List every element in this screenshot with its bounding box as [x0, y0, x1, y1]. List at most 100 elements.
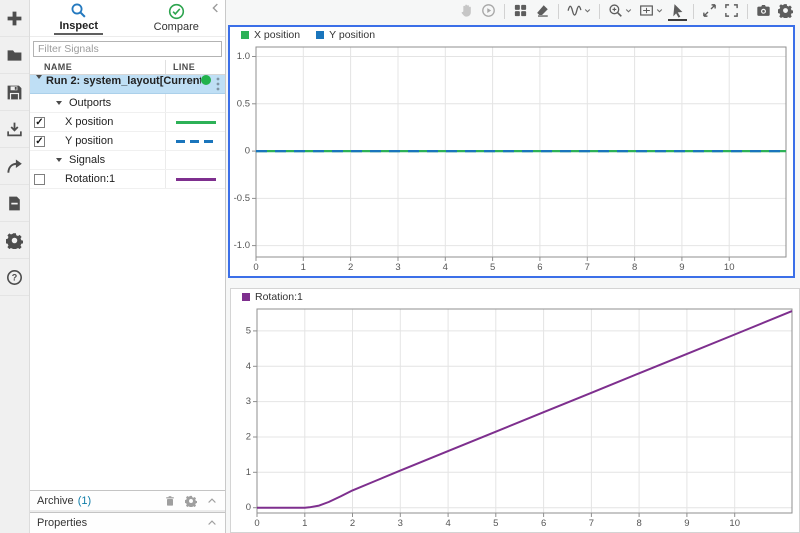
subplot-1-legend: X position Y position	[230, 27, 793, 43]
run-status-dot	[201, 75, 211, 85]
settings-icon	[6, 232, 23, 249]
svg-text:4: 4	[246, 361, 251, 372]
svg-text:3: 3	[398, 518, 403, 529]
help-button[interactable]: ?	[0, 259, 29, 296]
simulation-data-inspector-window: ? Inspect Compare NAME LINE Run 2: syste…	[0, 0, 800, 533]
legend-swatch	[316, 31, 324, 39]
legend-label: X position	[254, 29, 300, 41]
svg-text:10: 10	[724, 262, 735, 273]
filter-signals-input[interactable]	[33, 41, 222, 57]
properties-bar[interactable]: Properties	[30, 512, 225, 533]
snapshot-icon	[756, 3, 771, 18]
eraser-icon	[535, 3, 550, 18]
open-button[interactable]	[0, 37, 29, 74]
fullscreen-button[interactable]	[722, 1, 741, 21]
signal-row-y-position[interactable]: ✓Y position	[30, 132, 225, 151]
subplot-2-legend: Rotation:1	[231, 289, 799, 305]
svg-text:6: 6	[541, 518, 546, 529]
svg-text:4: 4	[445, 518, 450, 529]
line-style-swatch[interactable]	[176, 178, 216, 181]
subplot-1[interactable]: X position Y position 0123456789101.00.5…	[228, 25, 795, 278]
export-button[interactable]	[0, 148, 29, 185]
properties-label: Properties	[37, 517, 87, 529]
archive-count: (1)	[78, 495, 91, 507]
tab-inspect-label: Inspect	[54, 20, 103, 35]
legend-item-y-position[interactable]: Y position	[316, 29, 375, 41]
subplot-2-canvas[interactable]: 012345678910012345	[231, 305, 799, 533]
eraser-button[interactable]	[533, 1, 552, 21]
fit-view-button[interactable]	[637, 1, 665, 21]
cursor-button[interactable]	[668, 1, 687, 21]
collapse-archive-chevron-icon[interactable]	[206, 495, 218, 507]
settings-icon	[778, 3, 793, 18]
svg-text:8: 8	[636, 518, 641, 529]
trash-icon[interactable]	[164, 495, 176, 507]
svg-text:5: 5	[490, 262, 495, 273]
toolbar-separator	[693, 4, 694, 19]
group-row-outports[interactable]: Outports	[30, 94, 225, 113]
svg-text:0.5: 0.5	[237, 98, 250, 109]
report-icon	[6, 195, 23, 212]
sidebar: Inspect Compare NAME LINE Run 2: system_…	[30, 0, 226, 533]
subplot-2[interactable]: Rotation:1 012345678910012345	[230, 288, 800, 533]
layout-button[interactable]	[511, 1, 530, 21]
pan-icon	[459, 3, 474, 18]
line-style-swatch[interactable]	[176, 140, 216, 143]
dropdown-caret-icon[interactable]	[625, 7, 632, 14]
import-button[interactable]	[0, 111, 29, 148]
collapse-triangle-icon[interactable]	[56, 101, 62, 105]
line-style-swatch[interactable]	[176, 121, 216, 124]
group-row-signals[interactable]: Signals	[30, 151, 225, 170]
svg-text:1.0: 1.0	[237, 51, 250, 62]
add-button[interactable]	[0, 0, 29, 37]
svg-text:10: 10	[729, 518, 740, 529]
zoom-in-button[interactable]	[606, 1, 634, 21]
svg-text:3: 3	[246, 396, 251, 407]
signal-row-rotation[interactable]: Rotation:1	[30, 170, 225, 189]
snapshot-button[interactable]	[754, 1, 773, 21]
replay-button[interactable]	[479, 1, 498, 21]
archive-settings-gear-icon[interactable]	[185, 495, 197, 507]
archive-label: Archive	[37, 495, 74, 507]
settings-button[interactable]	[776, 1, 795, 21]
svg-text:5: 5	[493, 518, 498, 529]
subplot-1-canvas[interactable]: 0123456789101.00.50-0.5-1.0	[230, 43, 793, 281]
archive-bar[interactable]: Archive (1)	[30, 490, 225, 510]
svg-text:9: 9	[684, 518, 689, 529]
plot-area: X position Y position 0123456789101.00.5…	[226, 0, 800, 533]
report-button[interactable]	[0, 185, 29, 222]
legend-item-x-position[interactable]: X position	[241, 29, 300, 41]
expand-button[interactable]	[700, 1, 719, 21]
save-button[interactable]	[0, 74, 29, 111]
signal-list-empty-area	[30, 189, 225, 490]
svg-text:?: ?	[12, 272, 18, 282]
kebab-menu-icon[interactable]	[213, 75, 223, 93]
fit-view-icon	[639, 3, 654, 18]
collapse-triangle-icon[interactable]	[36, 75, 42, 79]
collapse-triangle-icon[interactable]	[56, 158, 62, 162]
signal-row-x-position[interactable]: ✓X position	[30, 113, 225, 132]
layout-icon	[513, 3, 528, 18]
toolbar-separator	[747, 4, 748, 19]
collapse-properties-chevron-icon[interactable]	[206, 517, 218, 529]
column-header-line: LINE	[165, 60, 225, 74]
settings-button[interactable]	[0, 222, 29, 259]
svg-text:0: 0	[253, 262, 258, 273]
dropdown-caret-icon[interactable]	[656, 7, 663, 14]
fullscreen-icon	[724, 3, 739, 18]
tab-inspect[interactable]: Inspect	[30, 0, 128, 36]
signal-wave-button[interactable]	[565, 1, 593, 21]
signal-checkbox[interactable]: ✓	[34, 136, 45, 147]
dropdown-caret-icon[interactable]	[584, 7, 591, 14]
signal-checkbox[interactable]: ✓	[34, 117, 45, 128]
legend-item-rotation[interactable]: Rotation:1	[242, 291, 303, 303]
pan-button	[457, 1, 476, 21]
plot-toolbar	[457, 0, 795, 22]
import-icon	[6, 121, 23, 138]
filter-area	[30, 37, 225, 60]
signal-checkbox[interactable]	[34, 174, 45, 185]
run-row[interactable]: Run 2: system_layout[Current]	[30, 75, 225, 94]
toolbar-separator	[599, 4, 600, 19]
legend-swatch	[241, 31, 249, 39]
collapse-sidebar-icon[interactable]	[209, 1, 223, 15]
